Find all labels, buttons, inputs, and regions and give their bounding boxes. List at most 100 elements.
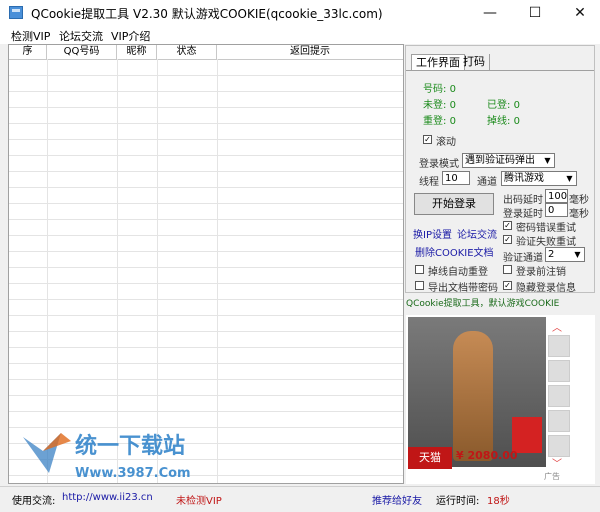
stat-dropped-label: 掉线: xyxy=(487,116,511,127)
grid-row-line xyxy=(9,235,403,236)
tab-divider xyxy=(406,70,594,71)
ad-thumbnail[interactable] xyxy=(548,360,570,382)
grid-row-line xyxy=(9,283,403,284)
ad-thumbnail[interactable] xyxy=(548,385,570,407)
scroll-label: 滚动 xyxy=(436,137,456,148)
column-qq[interactable]: QQ号码 xyxy=(47,45,117,59)
ad-price: ¥ 2080.00 xyxy=(456,449,518,462)
grid-row-line xyxy=(9,411,403,412)
chevron-down-icon[interactable]: ﹀ xyxy=(552,455,562,470)
close-button[interactable]: ✕ xyxy=(560,0,600,26)
stat-dropped-value: 0 xyxy=(513,116,520,127)
out-delay-input[interactable]: 1000 xyxy=(545,189,568,203)
minimize-button[interactable]: — xyxy=(470,0,510,26)
start-login-button[interactable]: 开始登录 xyxy=(414,193,494,215)
account-list[interactable]: 序 QQ号码 昵称 状态 返回提示 统一下载站 Www.3987.Com xyxy=(8,44,404,484)
grid-row-line xyxy=(9,331,403,332)
status-bar: 使用交流: http://www.ii23.cn 未检测VIP 推荐给好友 运行… xyxy=(0,486,600,512)
window-title: QCookie提取工具 V2.30 默认游戏COOKIE(qcookie_33l… xyxy=(31,7,383,21)
hide-info-label: 隐藏登录信息 xyxy=(516,283,576,294)
stat-relogin: 重登: 0 xyxy=(423,112,456,127)
menu-vip-intro[interactable]: VIP介绍 xyxy=(111,28,150,44)
recommend-link[interactable]: 推荐给好友 xyxy=(372,492,422,507)
export-pwd-checkbox[interactable] xyxy=(415,281,424,290)
runtime-value: 18秒 xyxy=(487,496,510,507)
channel-value: 腾讯游戏 xyxy=(504,173,544,184)
grid-row-line xyxy=(9,171,403,172)
grid-row-line xyxy=(9,123,403,124)
auto-relogin-checkbox[interactable] xyxy=(415,265,424,274)
verify-retry-checkbox[interactable]: ✓ xyxy=(503,235,512,244)
list-header: 序 QQ号码 昵称 状态 返回提示 xyxy=(9,45,403,60)
grid-row-line xyxy=(9,363,403,364)
watermark-brand: 统一下载站 xyxy=(75,433,185,459)
channel-label: 通道 xyxy=(477,177,497,188)
login-mode-label: 登录模式 xyxy=(419,159,459,170)
scroll-checkbox[interactable]: ✓ xyxy=(423,135,432,144)
stat-pending-value: 0 xyxy=(449,100,456,111)
channel-select[interactable]: 腾讯游戏 ▼ xyxy=(501,171,577,186)
verify-retry-label: 验证失败重试 xyxy=(516,237,576,248)
verify-channel-label: 验证通道 xyxy=(503,253,543,264)
grid-column-line xyxy=(157,59,158,483)
grid-column-line xyxy=(47,59,48,483)
chevron-down-icon: ▼ xyxy=(574,250,581,259)
login-mode-select[interactable]: 遇到验证码弹出 ▼ xyxy=(462,153,555,168)
grid-row-line xyxy=(9,91,403,92)
app-icon xyxy=(9,6,23,19)
grid-row-line xyxy=(9,267,403,268)
ad-banner[interactable]: 天猫 ¥ 2080.00 ︿ ﹀ 广告 xyxy=(406,315,595,484)
runtime-label: 运行时间: xyxy=(436,496,480,507)
menu-bar: 检测VIP 论坛交流 VIP介绍 xyxy=(0,26,600,44)
ad-thumbnail[interactable] xyxy=(548,335,570,357)
column-index[interactable]: 序 xyxy=(9,45,47,59)
watermark-site: Www.3987.Com xyxy=(75,466,191,481)
pwd-retry-label: 密码错误重试 xyxy=(516,223,576,234)
pre-register-label: 登录前注销 xyxy=(516,267,566,278)
ad-photo[interactable] xyxy=(408,317,546,467)
usage-url-link[interactable]: http://www.ii23.cn xyxy=(62,492,153,503)
column-nickname[interactable]: 昵称 xyxy=(117,45,157,59)
menu-forum[interactable]: 论坛交流 xyxy=(59,28,103,44)
thread-label: 线程 xyxy=(419,177,439,188)
stat-logged: 已登: 0 xyxy=(487,96,520,111)
grid-row-line xyxy=(9,187,403,188)
ad-label: 广告 xyxy=(544,472,560,481)
grid-row-line xyxy=(9,395,403,396)
grid-row-line xyxy=(9,299,403,300)
column-status[interactable]: 状态 xyxy=(157,45,217,59)
login-delay-input[interactable]: 0 xyxy=(545,203,568,217)
out-delay-label: 出码延时 xyxy=(503,195,543,206)
delete-cookie-link[interactable]: 删除COOKIE文档 xyxy=(415,244,494,259)
change-ip-link[interactable]: 换IP设置 xyxy=(413,226,452,241)
stat-logged-label: 已登: xyxy=(487,100,511,111)
column-return-tip[interactable]: 返回提示 xyxy=(217,45,403,59)
grid-row-line xyxy=(9,155,403,156)
thread-input[interactable]: 10 xyxy=(442,171,470,185)
maximize-button[interactable]: ☐ xyxy=(515,0,555,26)
pre-register-checkbox[interactable] xyxy=(503,265,512,274)
ad-thumbnail[interactable] xyxy=(548,435,570,457)
title-bar[interactable]: QCookie提取工具 V2.30 默认游戏COOKIE(qcookie_33l… xyxy=(0,0,600,27)
forum-link[interactable]: 论坛交流 xyxy=(457,226,497,241)
stat-logged-value: 0 xyxy=(513,100,520,111)
grid-row-line xyxy=(9,251,403,252)
tab-work[interactable]: 工作界面 xyxy=(411,54,465,71)
verify-channel-select[interactable]: 2 ▼ xyxy=(545,247,585,262)
grid-row-line xyxy=(9,75,403,76)
chevron-down-icon: ▼ xyxy=(566,174,573,183)
hide-info-checkbox[interactable]: ✓ xyxy=(503,281,512,290)
export-pwd-label: 导出文档带密码 xyxy=(428,283,498,294)
usage-label: 使用交流: xyxy=(12,496,56,507)
stat-pending: 未登: 0 xyxy=(423,96,456,111)
ad-store-badge: 天猫 xyxy=(408,447,452,469)
menu-check-vip[interactable]: 检测VIP xyxy=(11,28,50,44)
ad-thumbnail[interactable] xyxy=(548,410,570,432)
tab-captcha[interactable]: 打码 xyxy=(459,54,490,70)
grid-row-line xyxy=(9,379,403,380)
grid-row-line xyxy=(9,347,403,348)
ad-product-tag xyxy=(512,417,542,453)
ad-model-figure xyxy=(453,331,493,461)
chevron-up-icon[interactable]: ︿ xyxy=(552,319,562,334)
pwd-retry-checkbox[interactable]: ✓ xyxy=(503,221,512,230)
